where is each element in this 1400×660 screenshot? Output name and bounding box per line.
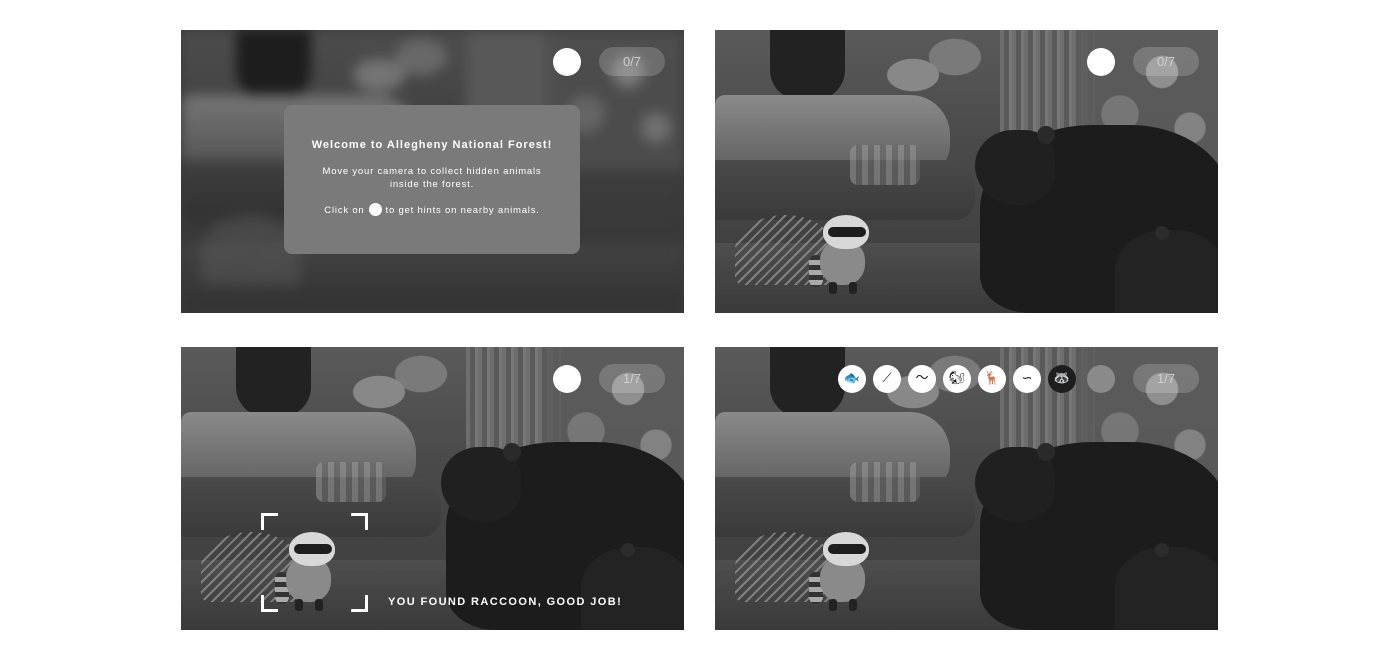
welcome-screen: 0/7 Welcome to Allegheny National Forest…	[181, 30, 684, 313]
welcome-hint: Click on to get hints on nearby animals.	[284, 203, 580, 217]
focus-bracket-bottom-right	[351, 595, 368, 612]
collection-counter: 1/7	[1133, 364, 1199, 393]
focus-bracket-bottom-left	[261, 595, 278, 612]
camera-view: 0/7	[715, 30, 1218, 313]
raccoon-figure[interactable]	[275, 527, 346, 612]
focus-bracket-top-left	[261, 513, 278, 530]
hint-button[interactable]	[553, 365, 581, 393]
found-message: YOU FOUND RACCOON, GOOD JOB!	[388, 596, 623, 608]
hint-button[interactable]	[553, 48, 581, 76]
collection-counter: 0/7	[1133, 47, 1199, 76]
raccoon-figure[interactable]	[809, 527, 880, 612]
collection-counter: 1/7	[599, 364, 665, 393]
snake-icon[interactable]: ∽	[1013, 365, 1041, 393]
found-view: YOU FOUND RACCOON, GOOD JOB! 1/7	[181, 347, 684, 630]
squirrel-icon[interactable]: 🐿	[943, 365, 971, 393]
hints-view: 🐟 ⟋ 〜 🐿 🦌 ∽ 🦝 1/7	[715, 347, 1218, 630]
deer-icon[interactable]: 🦌	[978, 365, 1006, 393]
hint-button[interactable]	[1087, 48, 1115, 76]
welcome-title: Welcome to Allegheny National Forest!	[311, 139, 553, 151]
lizard-icon[interactable]: 〜	[908, 365, 936, 393]
welcome-message: Move your camera to collect hidden anima…	[322, 166, 542, 190]
focus-bracket-top-right	[351, 513, 368, 530]
raccoon-figure[interactable]	[809, 210, 880, 295]
hint-prefix: Click on	[324, 205, 365, 217]
hint-dot-icon	[368, 203, 382, 216]
hint-button-active[interactable]	[1087, 365, 1115, 393]
fish-icon[interactable]: 🐟	[838, 365, 866, 393]
collection-counter: 0/7	[599, 47, 665, 76]
feather-icon[interactable]: ⟋	[873, 365, 901, 393]
welcome-dialog: Welcome to Allegheny National Forest! Mo…	[284, 105, 580, 254]
hint-suffix: to get hints on nearby animals.	[385, 205, 540, 217]
raccoon-icon[interactable]: 🦝	[1048, 365, 1076, 393]
